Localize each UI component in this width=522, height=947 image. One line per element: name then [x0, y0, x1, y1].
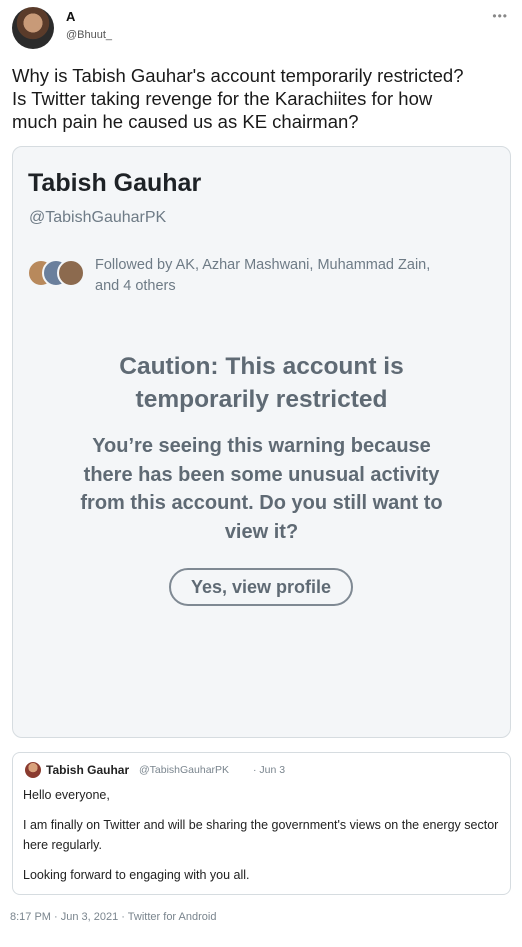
caution-message-line: there has been some unusual activity	[83, 463, 440, 486]
caution-title-line: Caution: This account is	[119, 353, 404, 380]
caution-message-line: view it?	[224, 520, 299, 543]
quoted-tweet-paragraph: Looking forward to engaging with you all…	[23, 867, 250, 882]
caution-message-line: You’re seeing this warning because	[92, 435, 431, 457]
quoted-tweet-body: Hello everyone, I am finally on Twitter …	[23, 785, 503, 894]
followed-by-text: Followed by AK, Azhar Mashwani, Muhammad…	[95, 255, 495, 297]
follower-avatar	[57, 259, 85, 287]
quoted-tweet-paragraph: I am finally on Twitter and will be shar…	[23, 817, 499, 853]
followed-by-line: Followed by AK, Azhar Mashwani, Muhammad…	[95, 257, 431, 273]
quoted-author-handle: @TabishGauharPK	[139, 764, 230, 776]
tweet-text-line: Why is Tabish Gauhar's account temporari…	[12, 65, 464, 86]
tweet-text-line: Is Twitter taking revenge for the Karach…	[12, 88, 433, 109]
caution-message-line: from this account. Do you still want to	[80, 492, 443, 514]
profile-name: Tabish Gauhar	[28, 169, 202, 197]
followers-avatars	[27, 255, 87, 289]
tweet-text-line: much pain he caused us as KE chairman?	[12, 111, 359, 132]
author-handle[interactable]: @Bhuut_	[66, 29, 112, 41]
caution-title-line: temporarily restricted	[135, 386, 388, 413]
quoted-tweet[interactable]: Tabish Gauhar @TabishGauharPK · Jun 3 He…	[12, 752, 511, 895]
profile-handle: @TabishGauharPK	[29, 209, 167, 226]
caution-message: You’re seeing this warning because there…	[13, 432, 510, 546]
tweet-text: Why is Tabish Gauhar's account temporari…	[12, 64, 517, 133]
author-display-name[interactable]: A	[66, 9, 75, 24]
quoted-tweet-date: · Jun 3	[253, 764, 286, 776]
quoted-author-name: Tabish Gauhar	[46, 763, 130, 777]
followed-by-line: and 4 others	[95, 278, 176, 294]
tweet-header: A @Bhuut_ •••	[12, 7, 510, 51]
more-horizontal-icon[interactable]: •••	[492, 9, 508, 23]
caution-title: Caution: This account is temporarily res…	[13, 350, 510, 416]
attached-screenshot[interactable]: Tabish Gauhar @TabishGauharPK Followed b…	[12, 146, 511, 738]
view-profile-button[interactable]: Yes, view profile	[169, 568, 353, 606]
quoted-author-avatar	[25, 762, 41, 778]
tweet-timestamp[interactable]: 8:17 PM · Jun 3, 2021 · Twitter for Andr…	[10, 911, 216, 923]
author-avatar[interactable]	[12, 7, 54, 49]
quoted-tweet-paragraph: Hello everyone,	[23, 788, 110, 802]
